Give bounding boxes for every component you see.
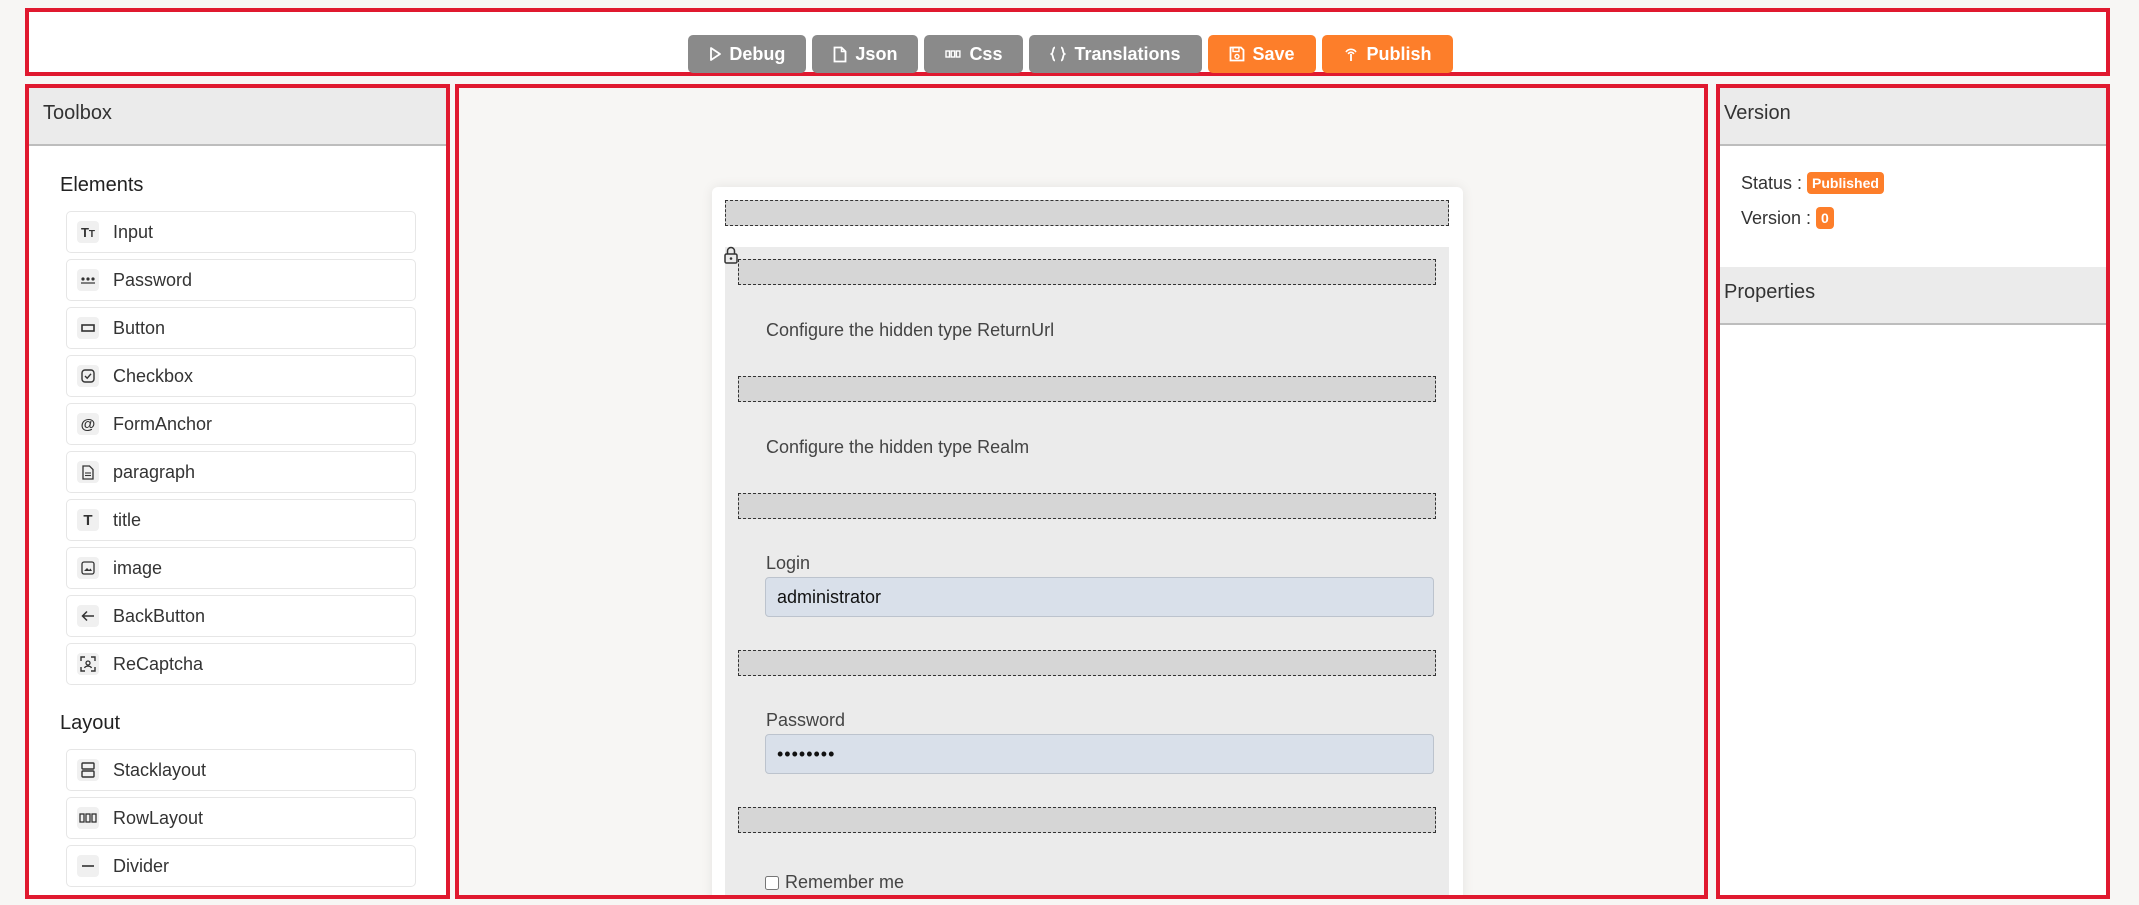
image-icon (77, 557, 99, 579)
save-button[interactable]: Save (1207, 35, 1316, 73)
translations-button[interactable]: Translations (1029, 35, 1202, 73)
login-input[interactable] (765, 577, 1434, 617)
toolbox-item-divider[interactable]: Divider (66, 845, 416, 887)
text-type-icon: TT (77, 221, 99, 243)
status-row: Status : Published (1741, 172, 1884, 194)
toolbox-item-recaptcha[interactable]: ReCaptcha (66, 643, 416, 685)
toolbox-item-label: Divider (113, 855, 170, 876)
toolbox-item-backbutton[interactable]: BackButton (66, 595, 416, 637)
toolbox-title: Toolbox (29, 88, 446, 146)
floppy-disk-icon (1229, 46, 1245, 62)
json-button[interactable]: Json (812, 35, 919, 73)
checkbox-icon (77, 365, 99, 387)
debug-button[interactable]: Debug (688, 35, 807, 73)
publish-button-label: Publish (1366, 43, 1432, 64)
toolbox-item-label: title (113, 509, 142, 530)
drop-zone[interactable] (738, 259, 1436, 285)
css-button-label: Css (969, 43, 1003, 64)
css-button[interactable]: Css (924, 35, 1024, 73)
version-title: Version (1720, 88, 2106, 146)
debug-button-label: Debug (729, 43, 786, 64)
top-toolbar: Debug Json Css Translations Save Publish (25, 8, 2110, 76)
stack-layout-container[interactable]: Configure the hidden type ReturnUrl Conf… (725, 247, 1449, 895)
toolbox-item-formanchor[interactable]: @ FormAnchor (66, 403, 416, 445)
form-card: Configure the hidden type ReturnUrl Conf… (712, 187, 1463, 895)
toolbox-item-image[interactable]: image (66, 547, 416, 589)
drop-zone[interactable] (725, 200, 1449, 226)
remember-me-checkbox[interactable] (765, 875, 779, 890)
toolbox-item-label: Input (113, 221, 154, 242)
save-button-label: Save (1252, 43, 1295, 64)
stack-layout-icon (77, 759, 99, 781)
lock-icon (723, 246, 739, 269)
publish-button[interactable]: Publish (1321, 35, 1453, 73)
elements-section-title: Elements (60, 174, 144, 196)
elements-list: TT Input Password Button Checkbox @ Form… (66, 211, 446, 685)
hidden-realm-text[interactable]: Configure the hidden type Realm (766, 437, 1029, 458)
toolbox-item-label: BackButton (113, 605, 206, 626)
toolbox-item-password[interactable]: Password (66, 259, 416, 301)
version-badge: 0 (1816, 207, 1834, 229)
toolbox-item-button[interactable]: Button (66, 307, 416, 349)
form-canvas: Configure the hidden type ReturnUrl Conf… (455, 84, 1708, 899)
login-label: Login (766, 553, 811, 573)
hidden-returnurl-text[interactable]: Configure the hidden type ReturnUrl (766, 320, 1054, 341)
toolbox-item-label: ReCaptcha (113, 653, 204, 674)
drop-zone[interactable] (738, 493, 1436, 519)
toolbox-panel: Toolbox Elements TT Input Password Butto… (25, 84, 450, 899)
toolbox-item-label: Password (113, 269, 193, 290)
version-panel: Version Status : Published Version : 0 P… (1716, 84, 2110, 899)
toolbox-item-input[interactable]: TT Input (66, 211, 416, 253)
toolbox-item-label: Button (113, 317, 166, 338)
toolbox-item-stacklayout[interactable]: Stacklayout (66, 749, 416, 791)
title-t-icon: T (77, 509, 99, 531)
recaptcha-icon (77, 653, 99, 675)
layout-section-title: Layout (60, 712, 121, 734)
version-label: Version : (1741, 207, 1812, 228)
remember-me-label: Remember me (785, 872, 905, 892)
password-input[interactable] (765, 734, 1434, 774)
version-row: Version : 0 (1741, 207, 1834, 229)
layout-list: Stacklayout RowLayout Divider (66, 749, 446, 887)
password-dots-icon (77, 269, 99, 291)
drop-zone[interactable] (738, 376, 1436, 402)
translations-button-label: Translations (1074, 43, 1181, 64)
properties-title: Properties (1720, 267, 2106, 325)
broadcast-icon (1343, 46, 1359, 62)
toolbox-item-title[interactable]: T title (66, 499, 416, 541)
toolbar-actions: Debug Json Css Translations Save Publish (29, 35, 2106, 73)
toolbox-item-paragraph[interactable]: paragraph (66, 451, 416, 493)
json-button-label: Json (855, 43, 898, 64)
file-icon (833, 46, 847, 63)
row-layout-icon (77, 807, 99, 829)
toolbox-item-label: paragraph (113, 461, 196, 482)
document-icon (77, 461, 99, 483)
at-sign-icon: @ (77, 413, 99, 435)
divider-icon (77, 855, 99, 877)
arrow-left-icon (77, 605, 99, 627)
play-icon (709, 47, 722, 61)
drop-zone[interactable] (738, 807, 1436, 833)
status-badge: Published (1807, 172, 1884, 194)
toolbox-item-label: image (113, 557, 163, 578)
remember-me-field[interactable]: Remember me (765, 872, 904, 893)
password-label: Password (766, 710, 846, 730)
braces-icon (1050, 46, 1067, 62)
toolbox-item-rowlayout[interactable]: RowLayout (66, 797, 416, 839)
toolbox-item-label: RowLayout (113, 807, 204, 828)
toolbox-item-checkbox[interactable]: Checkbox (66, 355, 416, 397)
toolbox-item-label: FormAnchor (113, 413, 213, 434)
status-label: Status : (1741, 172, 1803, 193)
toolbox-item-label: Stacklayout (113, 759, 207, 780)
css-icon (945, 49, 962, 59)
button-rect-icon (77, 317, 99, 339)
toolbox-item-label: Checkbox (113, 365, 194, 386)
drop-zone[interactable] (738, 650, 1436, 676)
